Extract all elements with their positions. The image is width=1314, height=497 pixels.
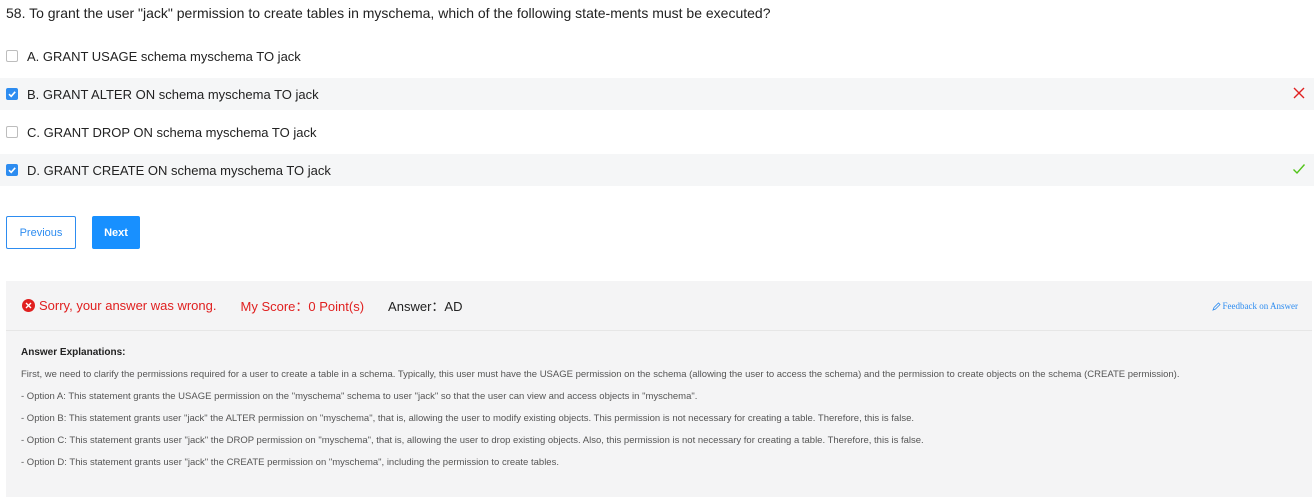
option-d[interactable]: D. GRANT CREATE ON schema myschema TO ja… (0, 154, 1314, 186)
next-button[interactable]: Next (92, 216, 140, 249)
checkbox-a[interactable] (6, 50, 18, 62)
option-a-label: A. GRANT USAGE schema myschema TO jack (27, 48, 301, 64)
question-text: 58. To grant the user "jack" permission … (6, 5, 771, 21)
option-c-label: C. GRANT DROP ON schema myschema TO jack (27, 124, 317, 140)
checkbox-c[interactable] (6, 126, 18, 138)
checkbox-d[interactable] (6, 164, 18, 176)
checkmark-icon (8, 167, 16, 174)
option-a[interactable]: A. GRANT USAGE schema myschema TO jack (0, 40, 1314, 72)
result-panel: Sorry, your answer was wrong. My Score：0… (6, 281, 1312, 497)
previous-button[interactable]: Previous (6, 216, 76, 249)
correct-answer: Answer：AD (388, 299, 463, 314)
explanation-paragraph: First, we need to clarify the permission… (21, 369, 1180, 380)
options-list: A. GRANT USAGE schema myschema TO jack B… (0, 40, 1314, 186)
wrong-answer-message: Sorry, your answer was wrong. (39, 298, 217, 313)
result-header: Sorry, your answer was wrong. My Score：0… (6, 281, 1312, 331)
checkbox-b[interactable] (6, 88, 18, 100)
answer-explanations: Answer Explanations: First, we need to c… (6, 331, 1312, 474)
wrong-mark-icon (1293, 87, 1305, 99)
edit-icon (1211, 301, 1221, 311)
my-score: My Score：0 Point(s) (240, 299, 365, 314)
correct-mark-icon (1293, 164, 1306, 175)
explanation-option-d: - Option D: This statement grants user "… (21, 457, 559, 468)
option-b[interactable]: B. GRANT ALTER ON schema myschema TO jac… (0, 78, 1314, 110)
option-c[interactable]: C. GRANT DROP ON schema myschema TO jack (0, 116, 1314, 148)
option-b-label: B. GRANT ALTER ON schema myschema TO jac… (27, 86, 319, 102)
feedback-link-label: Feedback on Answer (1222, 301, 1298, 311)
explanation-title: Answer Explanations: (21, 347, 126, 358)
explanation-option-b: - Option B: This statement grants user "… (21, 413, 914, 424)
checkmark-icon (8, 91, 16, 98)
explanation-option-a: - Option A: This statement grants the US… (21, 391, 698, 402)
feedback-link[interactable]: Feedback on Answer (1211, 301, 1298, 311)
explanation-option-c: - Option C: This statement grants user "… (21, 435, 924, 446)
error-circle-icon (22, 299, 35, 312)
option-d-label: D. GRANT CREATE ON schema myschema TO ja… (27, 162, 331, 178)
